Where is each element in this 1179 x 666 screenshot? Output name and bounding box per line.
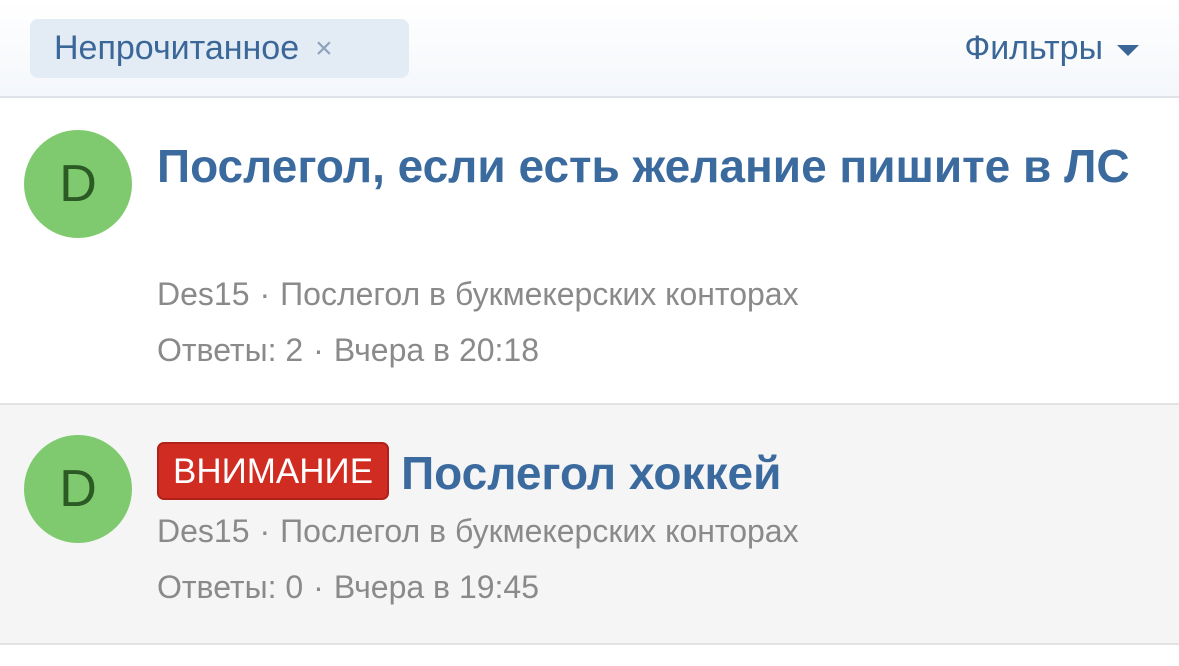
forum-link[interactable]: Послегол в букмекерских конторах: [280, 513, 798, 549]
replies-count: Ответы: 2: [157, 332, 304, 368]
last-post-date[interactable]: Вчера в 19:45: [334, 569, 539, 605]
warning-badge: ВНИМАНИЕ: [157, 442, 390, 500]
thread-list-page: Непрочитанное × Фильтры D Послегол, если…: [0, 0, 1179, 666]
avatar[interactable]: D: [24, 435, 132, 543]
thread-title-link[interactable]: Послегол, если есть желание пишите в ЛС: [157, 134, 1167, 199]
avatar-letter: D: [59, 460, 97, 518]
avatar-letter: D: [59, 155, 97, 213]
thread-item[interactable]: D Послегол, если есть желание пишите в Л…: [0, 98, 1179, 405]
meta-separator: ·: [313, 332, 324, 368]
list-bottom-spacer: [0, 645, 1179, 666]
unread-filter-label: Непрочитанное: [54, 29, 300, 67]
forum-link[interactable]: Послегол в букмекерских конторах: [280, 276, 798, 312]
unread-filter-chip[interactable]: Непрочитанное ×: [30, 19, 409, 78]
thread-stats: Ответы: 0 · Вчера в 19:45: [157, 567, 539, 607]
thread-title: ВНИМАНИЕ Послегол хоккей: [157, 441, 1167, 506]
last-post-date[interactable]: Вчера в 20:18: [334, 332, 539, 368]
thread-title-link[interactable]: Послегол хоккей: [401, 447, 781, 499]
meta-separator: ·: [259, 276, 271, 312]
meta-separator: ·: [259, 513, 271, 549]
filters-button[interactable]: Фильтры: [964, 29, 1139, 68]
thread-meta: Des15 · Послегол в букмекерских конторах: [157, 274, 799, 314]
author-link[interactable]: Des15: [157, 276, 250, 312]
close-icon[interactable]: ×: [315, 33, 333, 64]
author-link[interactable]: Des15: [157, 513, 250, 549]
filters-label: Фильтры: [964, 29, 1103, 67]
filter-bar: Непрочитанное × Фильтры: [0, 0, 1179, 98]
thread-stats: Ответы: 2 · Вчера в 20:18: [157, 330, 539, 370]
caret-down-icon: [1117, 45, 1139, 56]
thread-item[interactable]: D ВНИМАНИЕ Послегол хоккей Des15 · Послегол…: [0, 405, 1179, 645]
thread-meta: Des15 · Послегол в букмекерских конторах: [157, 511, 799, 551]
avatar[interactable]: D: [24, 130, 132, 238]
meta-separator: ·: [313, 569, 324, 605]
replies-count: Ответы: 0: [157, 569, 304, 605]
